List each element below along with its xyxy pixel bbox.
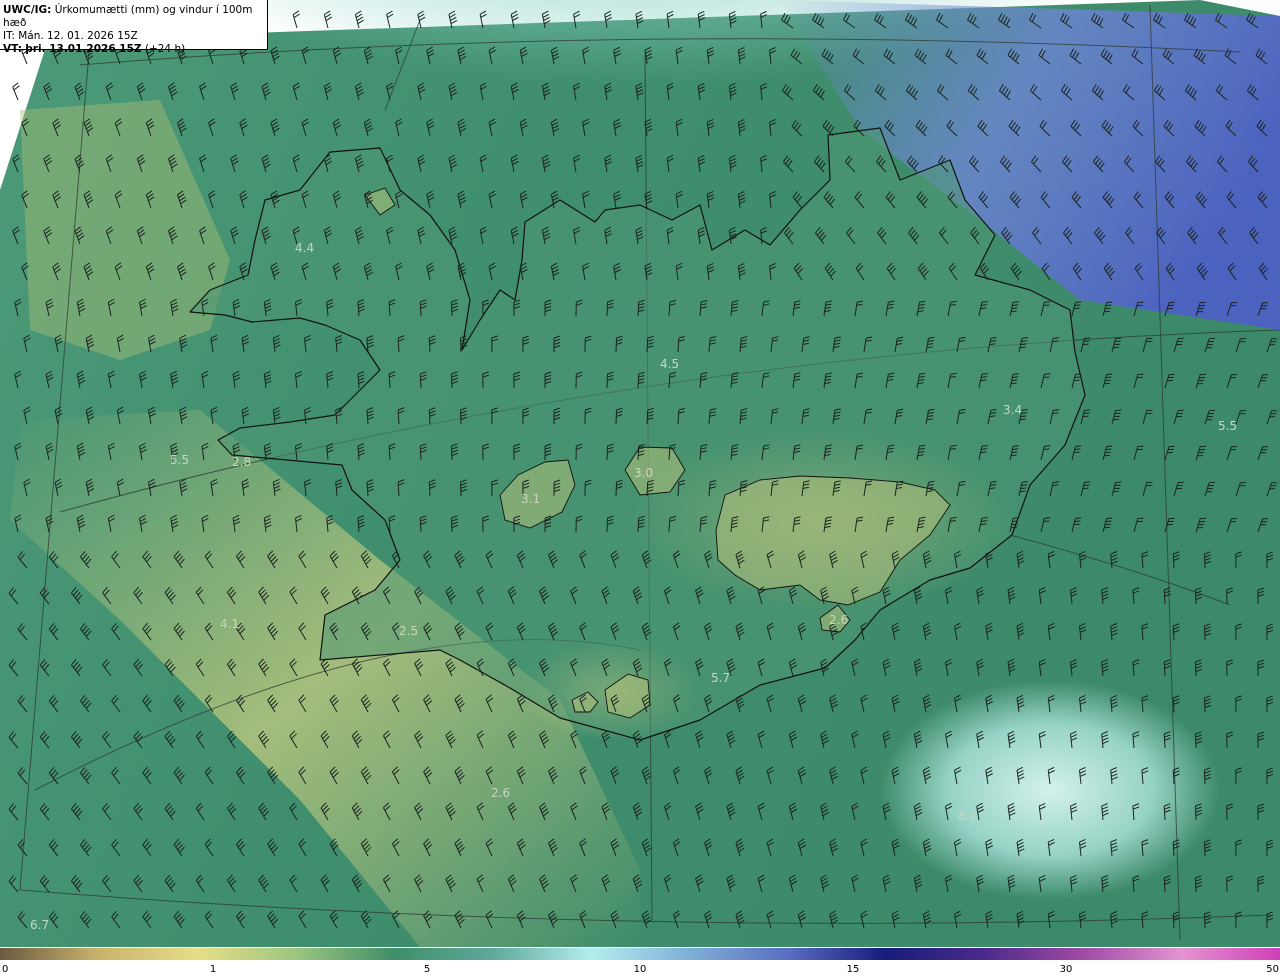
value-label: 3.1 bbox=[521, 492, 540, 506]
map-info-box: UWC/IG: Úrkomumætti (mm) og vindur í 100… bbox=[0, 0, 268, 55]
colorbar-tick: 50 bbox=[1266, 964, 1279, 975]
value-label: 6.7 bbox=[30, 918, 49, 932]
value-label: 2.6 bbox=[491, 786, 510, 800]
init-time: IT: Mán. 12. 01. 2026 15Z bbox=[3, 30, 138, 42]
product-code: UWC/IG: bbox=[3, 4, 52, 16]
colorbar-gradient bbox=[0, 948, 1280, 960]
value-label: 2.8 bbox=[232, 455, 251, 469]
valid-time: þri. 13.01.2026 15Z bbox=[25, 43, 142, 55]
value-label: 3.0 bbox=[634, 466, 653, 480]
colorbar-tick: 15 bbox=[846, 964, 860, 975]
lead-time: (+24 h) bbox=[144, 43, 186, 55]
value-label: 4.5 bbox=[660, 357, 679, 371]
value-label: 4.4 bbox=[295, 241, 314, 255]
colorbar-tick: 5 bbox=[423, 964, 431, 975]
value-label: 2.5 bbox=[399, 624, 418, 638]
value-label: 2.6 bbox=[829, 613, 848, 627]
value-label: 8.2 bbox=[958, 809, 977, 823]
value-label: 3.4 bbox=[1003, 403, 1022, 417]
value-label: 4.1 bbox=[220, 617, 239, 631]
precipitation-colorbar: 0 1 5 10 15 30 50 bbox=[0, 947, 1280, 978]
product-title-line: UWC/IG: Úrkomumætti (mm) og vindur í 100… bbox=[3, 4, 267, 30]
southeast-high-precip bbox=[880, 680, 1220, 900]
precipitation-wind-map[interactable]: 4.4 4.5 3.4 5.5 5.5 2.8 3.1 3.0 4.1 2.5 … bbox=[0, 0, 1280, 947]
colorbar-tick: 1 bbox=[209, 964, 217, 975]
colorbar-tick: 10 bbox=[633, 964, 647, 975]
value-label: 5.5 bbox=[170, 453, 189, 467]
value-label: 5.7 bbox=[711, 671, 730, 685]
valid-time-label: VT: bbox=[3, 43, 22, 55]
value-label: 5.5 bbox=[1218, 419, 1237, 433]
valid-time-line: VT: þri. 13.01.2026 15Z (+24 h) bbox=[3, 43, 267, 56]
colorbar-tick: 30 bbox=[1059, 964, 1073, 975]
colorbar-tick: 0 bbox=[2, 964, 9, 975]
